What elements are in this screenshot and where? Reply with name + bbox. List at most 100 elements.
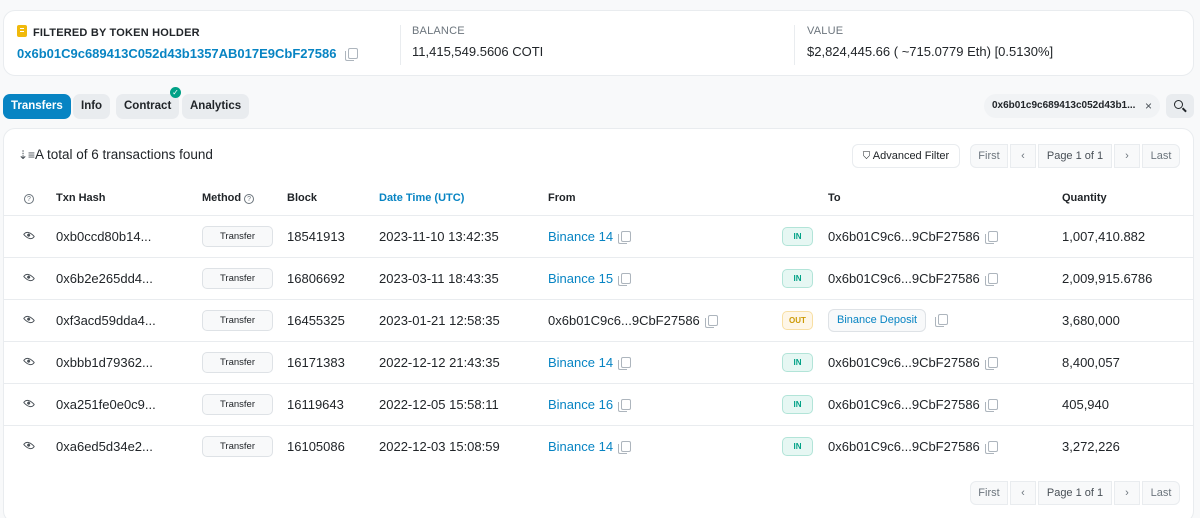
to-address-text[interactable]: 0x6b01C9c6...9CbF27586 xyxy=(828,355,980,370)
filter-icon: ⛉ xyxy=(862,151,871,162)
copy-icon[interactable] xyxy=(984,273,998,286)
datetime-cell: 2023-01-21 12:58:35 xyxy=(379,313,500,328)
tab-contract[interactable]: Contract xyxy=(116,94,180,119)
copy-icon[interactable] xyxy=(618,273,632,286)
method-badge: Transfer xyxy=(202,226,273,247)
eye-icon[interactable] xyxy=(22,355,36,368)
transfers-table-card: ⇣≡A total of 6 transactions found ⛉ Adva… xyxy=(3,128,1194,518)
method-badge: Transfer xyxy=(202,352,273,373)
from-address-text[interactable]: Binance 16 xyxy=(548,397,613,412)
copy-icon[interactable] xyxy=(618,357,632,370)
first-page-button[interactable]: First xyxy=(970,481,1008,505)
from-address: Binance 16 xyxy=(548,384,632,425)
eye-icon[interactable] xyxy=(22,313,36,326)
copy-icon[interactable] xyxy=(984,231,998,244)
search-button[interactable] xyxy=(1166,94,1194,118)
token-holder-summary: FILTERED BY TOKEN HOLDER 0x6b01C9c689413… xyxy=(3,10,1194,76)
search-icon xyxy=(1174,100,1183,109)
holder-section: FILTERED BY TOKEN HOLDER 0x6b01C9c689413… xyxy=(17,25,359,61)
from-address-text[interactable]: Binance 15 xyxy=(548,271,613,286)
eye-icon[interactable] xyxy=(22,397,36,410)
to-address: 0x6b01C9c6...9CbF27586 xyxy=(828,342,998,383)
copy-icon[interactable] xyxy=(618,399,632,412)
to-address: 0x6b01C9c6...9CbF27586 xyxy=(828,426,998,467)
column-header-datetime[interactable]: Date Time (UTC) xyxy=(379,192,464,204)
txn-hash-link[interactable]: 0xb0ccd80b14... xyxy=(56,216,151,257)
to-address-text[interactable]: 0x6b01C9c6...9CbF27586 xyxy=(828,271,980,286)
block-link[interactable]: 16171383 xyxy=(287,342,345,383)
from-address: Binance 14 xyxy=(548,426,632,467)
column-header-method: Method? xyxy=(202,192,255,204)
column-header-block: Block xyxy=(287,192,317,204)
block-link[interactable]: 16105086 xyxy=(287,426,345,467)
copy-icon[interactable] xyxy=(618,231,632,244)
copy-icon[interactable] xyxy=(935,314,948,327)
copy-icon[interactable] xyxy=(984,357,998,370)
value-section: VALUE $2,824,445.66 ( ~715.0779 Eth) [0.… xyxy=(807,25,1053,59)
copy-icon[interactable] xyxy=(984,441,998,454)
question-icon[interactable]: ? xyxy=(244,194,255,204)
from-address-text[interactable]: Binance 14 xyxy=(548,355,613,370)
close-icon[interactable]: × xyxy=(1145,94,1152,118)
copy-icon[interactable] xyxy=(984,399,998,412)
from-address: Binance 15 xyxy=(548,258,632,299)
column-info-icon[interactable]: ? xyxy=(24,192,34,204)
holder-address-link[interactable]: 0x6b01C9c689413C052d43b1357AB017E9CbF275… xyxy=(17,46,336,61)
tab-transfers[interactable]: Transfers xyxy=(3,94,71,119)
tab-analytics[interactable]: Analytics xyxy=(182,94,250,119)
column-header-quantity: Quantity xyxy=(1062,192,1107,204)
tab-info[interactable]: Info xyxy=(73,94,111,119)
column-header-txn-hash: Txn Hash xyxy=(56,192,106,204)
table-row: 0x6b2e265dd4... Transfer 16806692 2023-03-1… xyxy=(4,257,1193,299)
prev-page-button[interactable]: ‹ xyxy=(1010,481,1036,505)
from-address-text[interactable]: Binance 14 xyxy=(548,439,613,454)
column-header-to: To xyxy=(828,192,841,204)
datetime-cell: 2022-12-03 15:08:59 xyxy=(379,439,500,454)
first-page-button[interactable]: First xyxy=(970,144,1008,168)
value-amount: $2,824,445.66 ( ~715.0779 Eth) [0.5130%] xyxy=(807,44,1054,59)
quantity-cell: 405,940 xyxy=(1062,397,1109,412)
next-page-button[interactable]: › xyxy=(1114,144,1140,168)
block-link[interactable]: 18541913 xyxy=(287,216,345,257)
eye-icon[interactable] xyxy=(22,439,36,452)
txn-hash-link[interactable]: 0xf3acd59dda4... xyxy=(56,300,156,341)
last-page-button[interactable]: Last xyxy=(1142,481,1180,505)
direction-badge: IN xyxy=(782,353,813,372)
to-address-text[interactable]: 0x6b01C9c6...9CbF27586 xyxy=(828,397,980,412)
copy-icon[interactable] xyxy=(345,48,359,61)
advanced-filter-button[interactable]: ⛉ Advanced Filter xyxy=(852,144,960,168)
txn-hash-link[interactable]: 0xa6ed5d34e2... xyxy=(56,426,153,467)
table-row: 0xb0ccd80b14... Transfer 18541913 2023-11-1… xyxy=(4,215,1193,257)
method-badge: Transfer xyxy=(202,436,273,457)
block-link[interactable]: 16806692 xyxy=(287,258,345,299)
eye-icon[interactable] xyxy=(22,229,36,242)
txn-hash-link[interactable]: 0xbbb1d79362... xyxy=(56,342,153,383)
block-link[interactable]: 16455325 xyxy=(287,300,345,341)
transaction-summary: ⇣≡A total of 6 transactions found xyxy=(18,147,213,162)
from-address: Binance 14 xyxy=(548,342,632,383)
next-page-button[interactable]: › xyxy=(1114,481,1140,505)
to-address: 0x6b01C9c6...9CbF27586 xyxy=(828,258,998,299)
from-address-text[interactable]: Binance 14 xyxy=(548,229,613,244)
to-address-tag[interactable]: Binance Deposit xyxy=(828,309,927,332)
block-link[interactable]: 16119643 xyxy=(287,384,344,425)
to-address-text[interactable]: 0x6b01C9c6...9CbF27586 xyxy=(828,229,980,244)
datetime-cell: 2023-03-11 18:43:35 xyxy=(379,271,499,286)
to-address: 0x6b01C9c6...9CbF27586 xyxy=(828,216,998,257)
sort-icon: ⇣≡ xyxy=(18,148,36,162)
eye-icon[interactable] xyxy=(22,271,36,284)
txn-hash-link[interactable]: 0x6b2e265dd4... xyxy=(56,258,153,299)
transaction-count-text: A total of 6 transactions found xyxy=(35,147,213,162)
from-address-text[interactable]: 0x6b01C9c6...9CbF27586 xyxy=(548,313,700,328)
page-indicator: Page 1 of 1 xyxy=(1038,144,1112,168)
direction-badge: IN xyxy=(782,395,813,414)
prev-page-button[interactable]: ‹ xyxy=(1010,144,1036,168)
from-address: Binance 14 xyxy=(548,216,632,257)
last-page-button[interactable]: Last xyxy=(1142,144,1180,168)
copy-icon[interactable] xyxy=(704,315,718,328)
txn-hash-link[interactable]: 0xa251fe0e0c9... xyxy=(56,384,156,425)
copy-icon[interactable] xyxy=(618,441,632,454)
direction-badge: OUT xyxy=(782,311,813,330)
token-holder-icon xyxy=(17,25,27,37)
to-address-text[interactable]: 0x6b01C9c6...9CbF27586 xyxy=(828,439,980,454)
